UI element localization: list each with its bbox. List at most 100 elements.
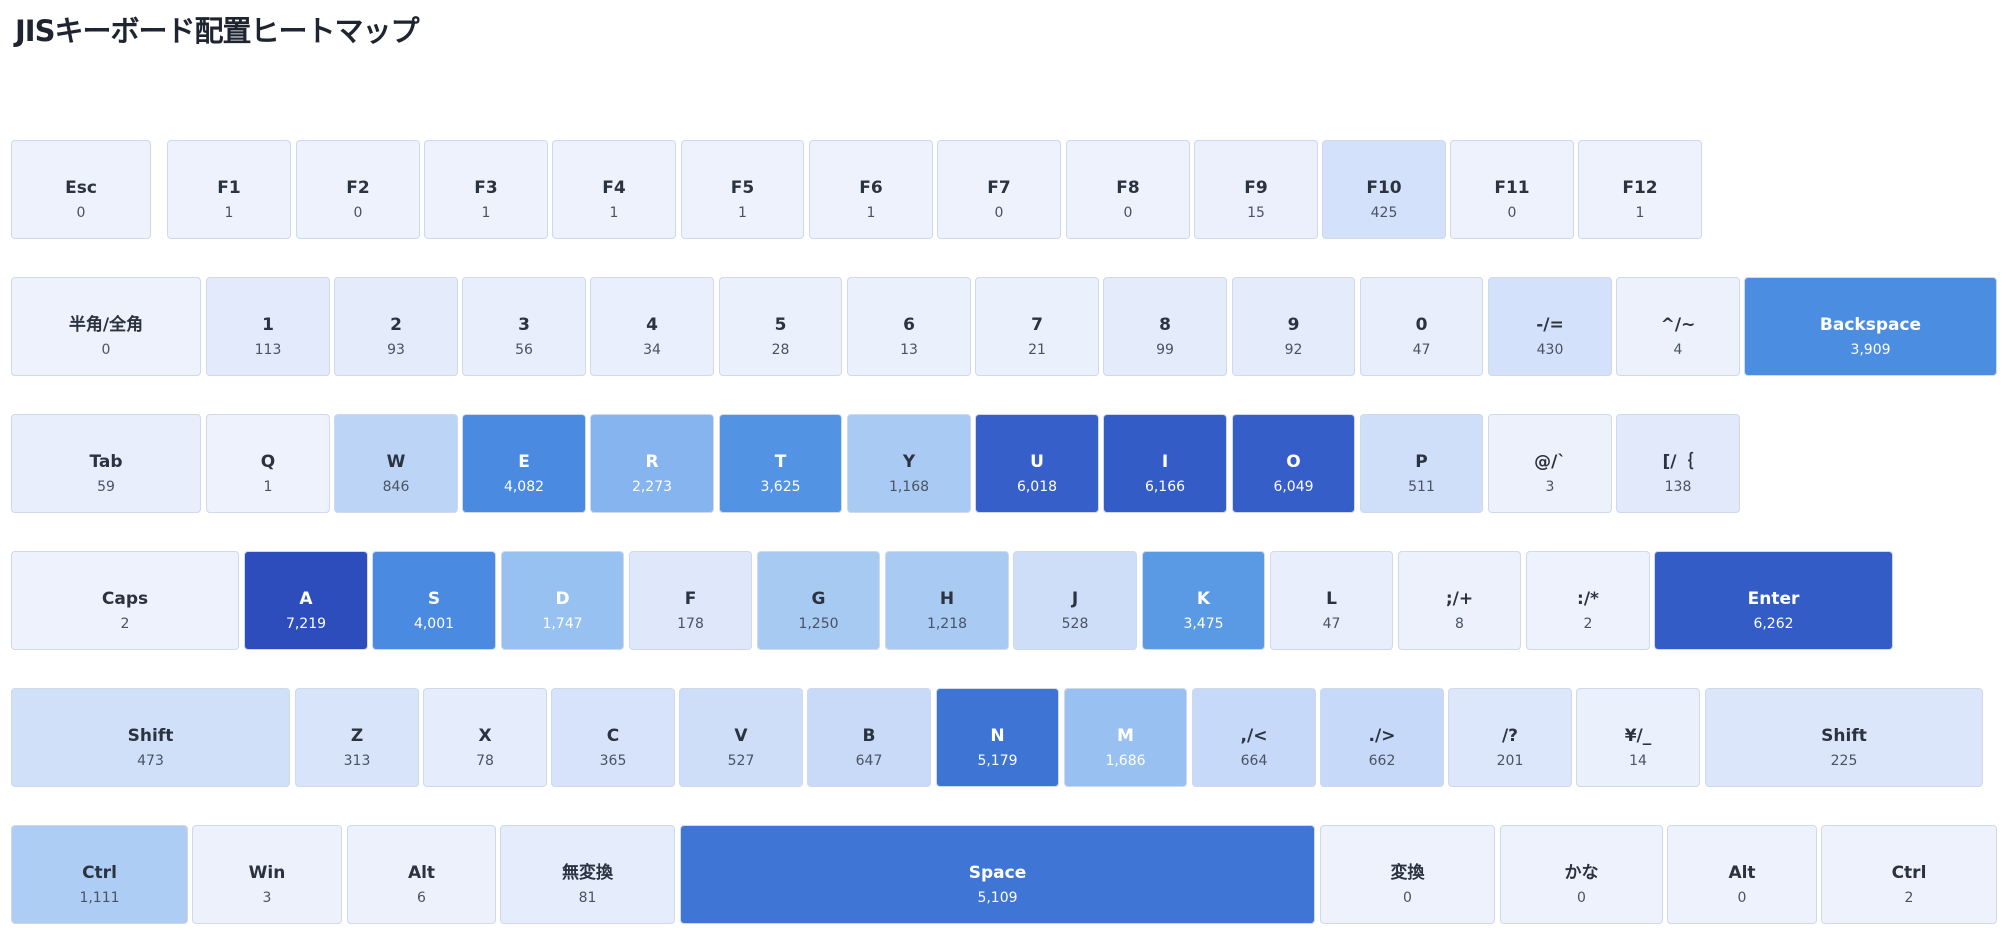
key-count: 846	[382, 479, 410, 495]
key-7[interactable]: 7 21	[975, 277, 1099, 376]
key-count: 0	[1123, 205, 1133, 221]
key-r[interactable]: R 2,273	[590, 414, 714, 513]
key-label: F2	[346, 178, 370, 198]
key-r5-6[interactable]: かな 0	[1500, 825, 1663, 924]
key-t[interactable]: T 3,625	[719, 414, 842, 513]
key-1[interactable]: 1 113	[206, 277, 330, 376]
key-r5-5[interactable]: 変換 0	[1320, 825, 1495, 924]
key-y[interactable]: Y 1,168	[847, 414, 971, 513]
key-2[interactable]: 2 93	[334, 277, 458, 376]
key-v[interactable]: V 527	[679, 688, 803, 787]
key-5[interactable]: 5 28	[719, 277, 842, 376]
key-count: 5,109	[977, 890, 1018, 906]
key-f12[interactable]: F12 1	[1578, 140, 1702, 239]
key-f11[interactable]: F11 0	[1450, 140, 1574, 239]
key-9[interactable]: 9 92	[1232, 277, 1355, 376]
key-s[interactable]: S 4,001	[372, 551, 496, 650]
key-f8[interactable]: F8 0	[1066, 140, 1190, 239]
key-u[interactable]: U 6,018	[975, 414, 1099, 513]
key-r1-12[interactable]: ^/~ 4	[1616, 277, 1740, 376]
key-label: T	[774, 452, 787, 472]
key-f9[interactable]: F9 15	[1194, 140, 1318, 239]
key-c[interactable]: C 365	[551, 688, 675, 787]
key-f7[interactable]: F7 0	[937, 140, 1061, 239]
key-shift[interactable]: Shift 225	[1705, 688, 1983, 787]
key-enter[interactable]: Enter 6,262	[1654, 551, 1893, 650]
key-f4[interactable]: F4 1	[552, 140, 676, 239]
key-r4-8[interactable]: ,/< 664	[1192, 688, 1316, 787]
key-f6[interactable]: F6 1	[809, 140, 933, 239]
key-label: F3	[474, 178, 498, 198]
key-4[interactable]: 4 34	[590, 277, 714, 376]
key-0[interactable]: 0 47	[1360, 277, 1483, 376]
key-backspace[interactable]: Backspace 3,909	[1744, 277, 1997, 376]
key-label: /?	[1501, 726, 1519, 746]
key-label: ¥/_	[1624, 726, 1652, 746]
key-f10[interactable]: F10 425	[1322, 140, 1446, 239]
key-z[interactable]: Z 313	[295, 688, 419, 787]
key-esc[interactable]: Esc 0	[11, 140, 151, 239]
key-alt[interactable]: Alt 6	[347, 825, 496, 924]
key-r4-9[interactable]: ./> 662	[1320, 688, 1444, 787]
key-count: 1,168	[888, 479, 930, 495]
key-f3[interactable]: F3 1	[424, 140, 548, 239]
key-i[interactable]: I 6,166	[1103, 414, 1227, 513]
key-r2-12[interactable]: [/｛ 138	[1616, 414, 1740, 513]
key-r3-10[interactable]: ;/+ 8	[1398, 551, 1521, 650]
key-n[interactable]: N 5,179	[936, 688, 1059, 787]
key-o[interactable]: O 6,049	[1232, 414, 1355, 513]
key-d[interactable]: D 1,747	[501, 551, 624, 650]
key-w[interactable]: W 846	[334, 414, 458, 513]
key-f[interactable]: F 178	[629, 551, 752, 650]
key-label: W	[386, 452, 406, 472]
key-count: 78	[476, 753, 494, 769]
key-alt[interactable]: Alt 0	[1667, 825, 1817, 924]
key-r5-3[interactable]: 無変換 81	[500, 825, 675, 924]
key-space[interactable]: Space 5,109	[680, 825, 1315, 924]
key-label: F12	[1622, 178, 1658, 198]
key-label: M	[1117, 726, 1134, 746]
key-g[interactable]: G 1,250	[757, 551, 880, 650]
key-label: X	[478, 726, 492, 746]
key-f2[interactable]: F2 0	[296, 140, 420, 239]
key-count: 7,219	[285, 616, 327, 632]
key-label: 7	[1031, 315, 1043, 335]
key-win[interactable]: Win 3	[192, 825, 342, 924]
key-ctrl[interactable]: Ctrl 2	[1821, 825, 1997, 924]
key-tab[interactable]: Tab 59	[11, 414, 201, 513]
key-p[interactable]: P 511	[1360, 414, 1483, 513]
key-m[interactable]: M 1,686	[1064, 688, 1187, 787]
key-ctrl[interactable]: Ctrl 1,111	[11, 825, 188, 924]
key-r1-0[interactable]: 半角/全角 0	[11, 277, 201, 376]
key-label: K	[1196, 589, 1211, 609]
key-k[interactable]: K 3,475	[1142, 551, 1265, 650]
key-6[interactable]: 6 13	[847, 277, 971, 376]
key-label: Y	[902, 452, 916, 472]
key-label: Win	[248, 863, 286, 883]
key-shift[interactable]: Shift 473	[11, 688, 290, 787]
key-r4-10[interactable]: /? 201	[1448, 688, 1572, 787]
key-f5[interactable]: F5 1	[681, 140, 804, 239]
key-r2-11[interactable]: @/` 3	[1488, 414, 1612, 513]
key-r4-11[interactable]: ¥/_ 14	[1576, 688, 1700, 787]
key-f1[interactable]: F1 1	[167, 140, 291, 239]
key-b[interactable]: B 647	[807, 688, 931, 787]
key-x[interactable]: X 78	[423, 688, 547, 787]
key-e[interactable]: E 4,082	[462, 414, 586, 513]
key-l[interactable]: L 47	[1270, 551, 1393, 650]
key-8[interactable]: 8 99	[1103, 277, 1227, 376]
key-r1-11[interactable]: -/= 430	[1488, 277, 1612, 376]
key-a[interactable]: A 7,219	[244, 551, 368, 650]
key-count: 201	[1496, 753, 1524, 769]
key-count: 15	[1247, 205, 1265, 221]
key-3[interactable]: 3 56	[462, 277, 586, 376]
key-j[interactable]: J 528	[1013, 551, 1137, 650]
key-count: 664	[1240, 753, 1268, 769]
key-h[interactable]: H 1,218	[885, 551, 1009, 650]
key-count: 662	[1368, 753, 1396, 769]
key-caps[interactable]: Caps 2	[11, 551, 239, 650]
key-label: V	[734, 726, 748, 746]
key-count: 1	[481, 205, 491, 221]
key-r3-11[interactable]: :/* 2	[1526, 551, 1650, 650]
key-q[interactable]: Q1	[206, 414, 330, 513]
